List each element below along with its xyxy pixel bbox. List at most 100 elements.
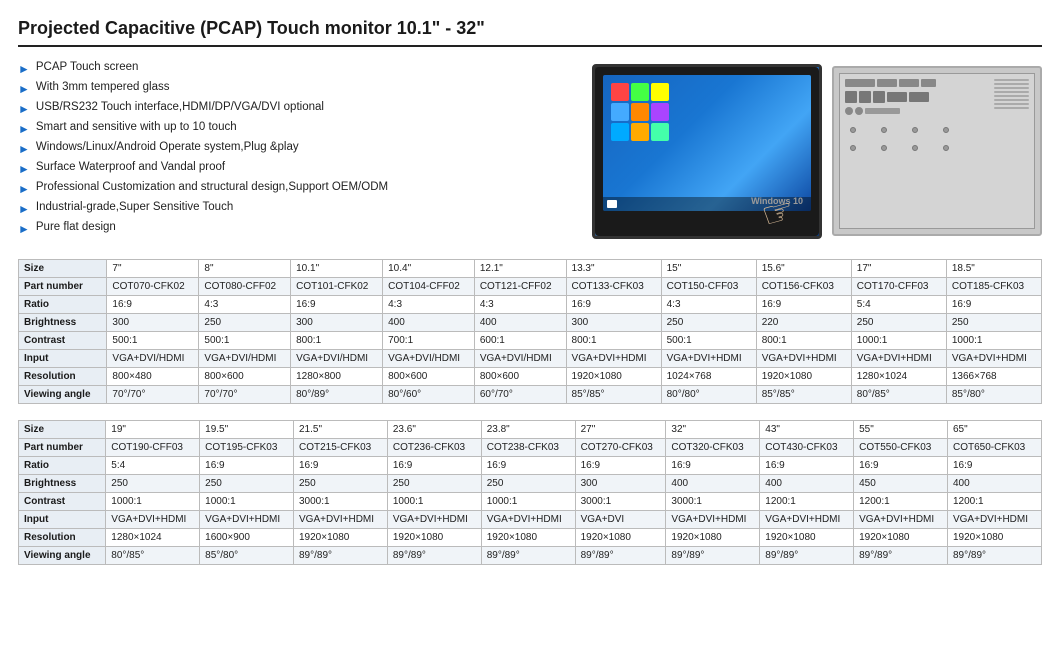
cell-value: 16:9 <box>294 457 388 475</box>
row-label: Resolution <box>19 529 106 547</box>
cell-value: 700:1 <box>383 332 475 350</box>
feature-item: ►USB/RS232 Touch interface,HDMI/DP/VGA/D… <box>18 101 572 116</box>
cell-value: VGA+DVI/HDMI <box>199 350 291 368</box>
cell-value: 1200:1 <box>947 493 1041 511</box>
row-label: Size <box>19 421 106 439</box>
cell-value: 89°/89° <box>666 547 760 565</box>
cell-value: 1920×1080 <box>387 529 481 547</box>
cell-value: 85°/80° <box>200 547 294 565</box>
cell-value: 800:1 <box>756 332 851 350</box>
cell-value: VGA+DVI+HDMI <box>666 511 760 529</box>
cell-value: 1280×1024 <box>106 529 200 547</box>
cell-value: COT236-CFK03 <box>387 439 481 457</box>
cell-value: 400 <box>474 314 566 332</box>
cell-value: 1920×1080 <box>947 529 1041 547</box>
feature-text: USB/RS232 Touch interface,HDMI/DP/VGA/DV… <box>36 101 324 113</box>
cell-value: 1280×800 <box>291 368 383 386</box>
cell-value: 7" <box>107 260 199 278</box>
row-label: Viewing angle <box>19 386 107 404</box>
cell-value: 3000:1 <box>294 493 388 511</box>
table-row: Brightness250250250250250300400400450400 <box>19 475 1042 493</box>
cell-value: COT270-CFK03 <box>575 439 666 457</box>
cell-value: 16:9 <box>854 457 948 475</box>
cell-value: 1000:1 <box>106 493 200 511</box>
table2-wrapper: Size19"19.5"21.5"23.6"23.8"27"32"43"55"6… <box>18 420 1042 565</box>
cell-value: 80°/80° <box>661 386 756 404</box>
table-row: Contrast1000:11000:13000:11000:11000:130… <box>19 493 1042 511</box>
cell-value: 1000:1 <box>481 493 575 511</box>
top-section: ►PCAP Touch screen►With 3mm tempered gla… <box>18 61 1042 241</box>
cell-value: 70°/70° <box>107 386 199 404</box>
cell-value: 1000:1 <box>946 332 1041 350</box>
cell-value: 10.4" <box>383 260 475 278</box>
cell-value: 250 <box>200 475 294 493</box>
cell-value: COT133-CFK03 <box>566 278 661 296</box>
cell-value: 85°/85° <box>756 386 851 404</box>
cell-value: 4:3 <box>661 296 756 314</box>
row-label: Contrast <box>19 332 107 350</box>
cell-value: 250 <box>294 475 388 493</box>
cell-value: 250 <box>106 475 200 493</box>
cell-value: VGA+DVI+HDMI <box>661 350 756 368</box>
cell-value: VGA+DVI/HDMI <box>107 350 199 368</box>
cell-value: 800:1 <box>291 332 383 350</box>
feature-text: Surface Waterproof and Vandal proof <box>36 161 225 173</box>
table-row: Resolution1280×10241600×9001920×10801920… <box>19 529 1042 547</box>
cell-value: 220 <box>756 314 851 332</box>
cell-value: COT185-CFK03 <box>946 278 1041 296</box>
cell-value: 19.5" <box>200 421 294 439</box>
arrow-icon: ► <box>18 182 30 196</box>
row-label: Ratio <box>19 296 107 314</box>
cell-value: COT550-CFK03 <box>854 439 948 457</box>
cell-value: VGA+DVI+HDMI <box>294 511 388 529</box>
cell-value: 21.5" <box>294 421 388 439</box>
feature-item: ►Industrial-grade,Super Sensitive Touch <box>18 201 572 216</box>
cell-value: 23.6" <box>387 421 481 439</box>
cell-value: 16:9 <box>481 457 575 475</box>
features-list: ►PCAP Touch screen►With 3mm tempered gla… <box>18 61 582 241</box>
cell-value: COT215-CFK03 <box>294 439 388 457</box>
cell-value: 250 <box>387 475 481 493</box>
cell-value: 13.3" <box>566 260 661 278</box>
cell-value: VGA+DVI+HDMI <box>851 350 946 368</box>
table-row: Ratio16:94:316:94:34:316:94:316:95:416:9 <box>19 296 1042 314</box>
monitor-back-image <box>832 66 1042 236</box>
row-label: Input <box>19 511 106 529</box>
cell-value: 3000:1 <box>666 493 760 511</box>
cell-value: 300 <box>575 475 666 493</box>
arrow-icon: ► <box>18 222 30 236</box>
cell-value: 500:1 <box>199 332 291 350</box>
cell-value: COT080-CFF02 <box>199 278 291 296</box>
cell-value: 18.5" <box>946 260 1041 278</box>
cell-value: VGA+DVI+HDMI <box>566 350 661 368</box>
cell-value: 250 <box>946 314 1041 332</box>
cell-value: 16:9 <box>107 296 199 314</box>
cell-value: 80°/60° <box>383 386 475 404</box>
row-label: Ratio <box>19 457 106 475</box>
page-title: Projected Capacitive (PCAP) Touch monito… <box>18 18 1042 47</box>
cell-value: 300 <box>566 314 661 332</box>
cell-value: 89°/89° <box>294 547 388 565</box>
cell-value: 65" <box>947 421 1041 439</box>
cell-value: 1200:1 <box>760 493 854 511</box>
cell-value: 4:3 <box>199 296 291 314</box>
cell-value: VGA+DVI+HDMI <box>387 511 481 529</box>
row-label: Brightness <box>19 314 107 332</box>
table-row: InputVGA+DVI/HDMIVGA+DVI/HDMIVGA+DVI/HDM… <box>19 350 1042 368</box>
cell-value: COT238-CFK03 <box>481 439 575 457</box>
cell-value: 4:3 <box>474 296 566 314</box>
cell-value: 500:1 <box>661 332 756 350</box>
cell-value: 1000:1 <box>200 493 294 511</box>
cell-value: 8" <box>199 260 291 278</box>
cell-value: 89°/89° <box>854 547 948 565</box>
cell-value: 80°/85° <box>851 386 946 404</box>
cell-value: VGA+DVI/HDMI <box>474 350 566 368</box>
cell-value: 1000:1 <box>387 493 481 511</box>
cell-value: 800×600 <box>383 368 475 386</box>
cell-value: 32" <box>666 421 760 439</box>
row-label: Part number <box>19 278 107 296</box>
cell-value: COT190-CFF03 <box>106 439 200 457</box>
cell-value: 89°/89° <box>760 547 854 565</box>
feature-item: ►Pure flat design <box>18 221 572 236</box>
cell-value: 250 <box>199 314 291 332</box>
